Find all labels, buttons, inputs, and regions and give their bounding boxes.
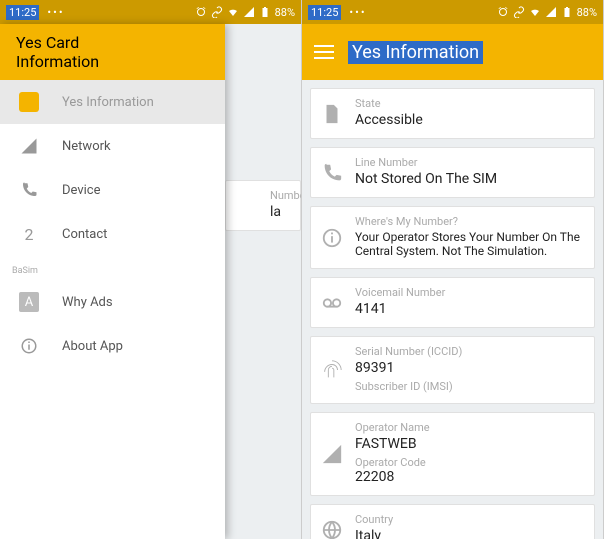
navigation-drawer: Yes Card Information Yes Information Net… — [0, 24, 225, 539]
menu-dots-icon: ••• — [349, 6, 366, 19]
info-circle-icon — [18, 335, 40, 357]
signal-icon — [243, 6, 255, 18]
drawer-item-contact[interactable]: 2 Contact — [0, 212, 225, 256]
card-voicemail[interactable]: Voicemail Number 4141 — [310, 277, 595, 328]
sim-icon — [321, 103, 343, 125]
drawer-label: Device — [62, 183, 101, 198]
drawer-label: Yes Information — [62, 95, 154, 110]
wifi-icon — [227, 6, 239, 18]
status-time: 11:25 — [308, 5, 341, 20]
alarm-icon — [497, 6, 509, 18]
drawer-item-about[interactable]: About App — [0, 324, 225, 368]
info-icon — [321, 227, 343, 249]
ads-icon: A — [18, 291, 40, 313]
phone-icon — [18, 179, 40, 201]
contact-icon: 2 — [18, 223, 40, 245]
drawer-label: Why Ads — [62, 295, 113, 310]
statusbar: 11:25 ••• 88% — [302, 0, 603, 24]
signal-icon — [18, 135, 40, 157]
drawer-label: About App — [62, 339, 123, 354]
page-title: Yes Information — [348, 41, 483, 64]
card-state[interactable]: State Accessible — [310, 88, 595, 139]
drawer-section: BaSim — [0, 256, 225, 280]
link-icon — [513, 6, 525, 18]
card-country[interactable]: Country Italy — [310, 504, 595, 539]
card-serial[interactable]: Serial Number (ICCID) 89391 Subscriber I… — [310, 336, 595, 404]
voicemail-icon — [321, 292, 343, 314]
signal-icon — [545, 6, 557, 18]
drawer-item-info[interactable]: Yes Information — [0, 80, 225, 124]
drawer-item-ads[interactable]: A Why Ads — [0, 280, 225, 324]
globe-icon — [321, 519, 343, 539]
drawer-item-network[interactable]: Network — [0, 124, 225, 168]
card-partial: Number la — [225, 180, 301, 231]
card-line-number[interactable]: Line Number Not Stored On The SIM — [310, 147, 595, 198]
content: State Accessible Line Number Not Stored … — [302, 80, 603, 539]
alarm-icon — [195, 6, 207, 18]
info-icon — [19, 92, 39, 112]
drawer-label: Contact — [62, 227, 107, 242]
battery-icon — [561, 6, 573, 18]
signal-icon — [321, 443, 343, 465]
drawer-label: Network — [62, 139, 111, 154]
content-behind-drawer: Number la — [225, 80, 301, 239]
phone-icon — [321, 162, 343, 184]
battery-icon — [259, 6, 271, 18]
status-time: 11:25 — [6, 5, 39, 20]
card-operator[interactable]: Operator Name FASTWEB Operator Code 2220… — [310, 412, 595, 496]
drawer-item-device[interactable]: Device — [0, 168, 225, 212]
statusbar: 11:25 ••• 88% — [0, 0, 301, 24]
link-icon — [211, 6, 223, 18]
battery-percentage: 88% — [275, 6, 295, 19]
app-title-line1: Yes Card — [16, 33, 99, 52]
battery-percentage: 88% — [577, 6, 597, 19]
left-screen: 11:25 ••• 88% Number la Yes Card Informa… — [0, 0, 302, 539]
right-screen: 11:25 ••• 88% Yes Information State Acce… — [302, 0, 604, 539]
app-title-line2: Information — [16, 52, 99, 71]
wifi-icon — [529, 6, 541, 18]
drawer-header: Yes Card Information — [0, 24, 225, 80]
card-where-number[interactable]: Where's My Number? Your Operator Stores … — [310, 206, 595, 269]
appbar: Yes Information — [302, 24, 603, 80]
fingerprint-icon — [321, 359, 343, 381]
hamburger-icon[interactable] — [314, 45, 334, 59]
menu-dots-icon: ••• — [47, 6, 64, 19]
